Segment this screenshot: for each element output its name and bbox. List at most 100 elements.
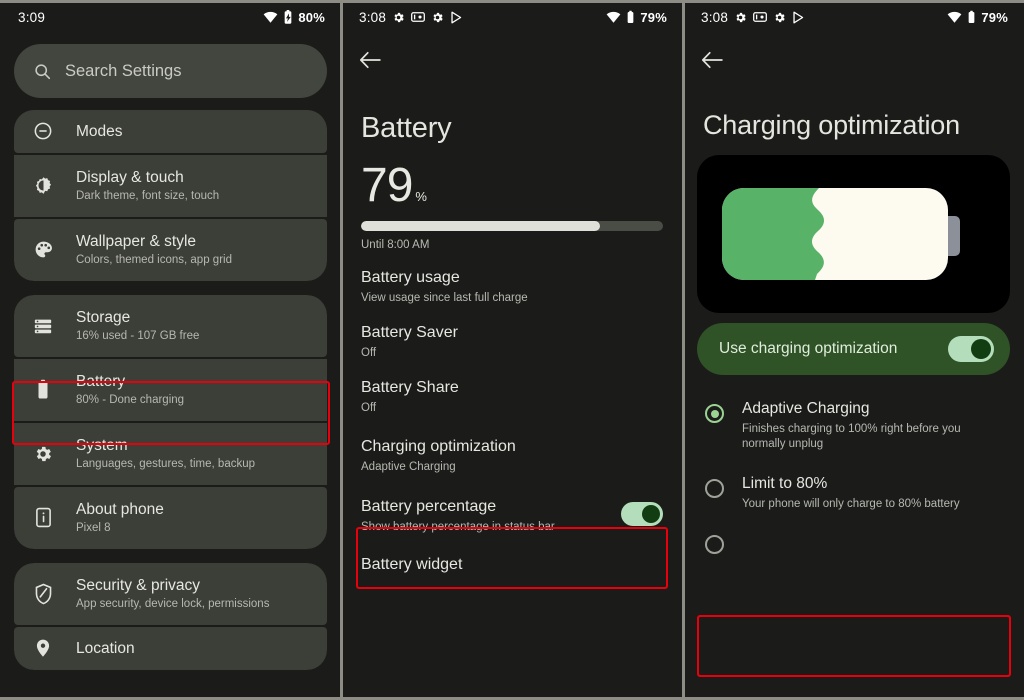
sidebar-item-text: Security & privacy App security, device … — [76, 576, 269, 612]
row-title: Battery usage — [361, 269, 460, 286]
phone-panel-settings: 3:09 80% Search Settings Modes Display &… — [0, 0, 341, 700]
back-button-charging[interactable] — [683, 34, 1024, 86]
sidebar-item-about-phone[interactable]: About phone Pixel 8 — [14, 487, 327, 549]
back-arrow-icon — [359, 51, 381, 69]
settings-list: Modes Display & touch Dark theme, font s… — [0, 110, 341, 670]
sidebar-item-display-touch[interactable]: Display & touch Dark theme, font size, t… — [14, 155, 327, 217]
radio-limit-to-80[interactable] — [705, 479, 724, 498]
sidebar-item-battery[interactable]: Battery 80% - Done charging — [14, 359, 327, 421]
sidebar-item-text: Display & touch Dark theme, font size, t… — [76, 168, 219, 204]
status-bar-settings: 3:09 80% — [0, 0, 341, 34]
gear-icon — [392, 11, 405, 24]
row-text: Battery widget — [361, 555, 663, 575]
search-container: Search Settings — [0, 34, 341, 110]
status-bar-clock: 3:08 — [701, 9, 729, 25]
option-adaptive-charging[interactable]: Adaptive Charging Finishes charging to 1… — [683, 375, 1024, 452]
sidebar-item-label: System — [76, 436, 128, 454]
battery-row-saver[interactable]: Battery Saver Off — [341, 306, 683, 361]
row-title: Battery widget — [361, 556, 463, 573]
sidebar-item-label: Battery — [76, 372, 126, 390]
battery-row-percentage[interactable]: Battery percentage Show battery percenta… — [341, 475, 683, 535]
battery-row-charging-optimization[interactable]: Charging optimization Adaptive Charging — [341, 416, 683, 475]
status-bar-left: 3:08 — [359, 10, 463, 25]
radio-adaptive-charging[interactable] — [705, 404, 724, 423]
option-title: Adaptive Charging — [742, 400, 870, 417]
status-bar-clock: 3:09 — [18, 9, 46, 25]
battery-icon — [626, 10, 635, 25]
sidebar-item-system[interactable]: System Languages, gestures, time, backup — [14, 423, 327, 485]
option-limit-to-80[interactable]: Limit to 80% Your phone will only charge… — [683, 452, 1024, 512]
sidebar-item-sublabel: 16% used - 107 GB free — [76, 329, 200, 342]
option-subtitle: Your phone will only charge to 80% batte… — [742, 498, 960, 510]
sidebar-item-label: Wallpaper & style — [76, 232, 197, 250]
battery-icon — [967, 10, 976, 25]
radio-third-option[interactable] — [705, 535, 724, 554]
use-charging-optimization-banner[interactable]: Use charging optimization — [697, 323, 1010, 375]
sidebar-item-sublabel: Colors, themed icons, app grid — [76, 253, 232, 266]
page-title: Battery — [361, 112, 452, 144]
sidebar-item-sublabel: App security, device lock, permissions — [76, 597, 270, 610]
panel-top-edge — [341, 0, 683, 3]
phone-panel-charging-optimization: 3:08 79% Charging optimization Use charg… — [683, 0, 1024, 700]
battery-percentage-toggle[interactable] — [621, 502, 663, 526]
sidebar-item-label: Location — [76, 639, 135, 657]
sidebar-item-text: Storage 16% used - 107 GB free — [76, 308, 199, 344]
wifi-icon — [947, 11, 962, 23]
battery-percent-symbol: % — [415, 189, 427, 204]
battery-percent-value: 79 — [361, 159, 413, 212]
settings-group-personalization: Modes Display & touch Dark theme, font s… — [14, 110, 327, 281]
play-icon — [450, 11, 463, 24]
gear-icon — [431, 11, 444, 24]
battery-row-widget[interactable]: Battery widget — [341, 535, 683, 575]
panel-separator-1 — [340, 0, 343, 700]
back-button-battery[interactable] — [341, 34, 683, 86]
sidebar-item-security-privacy[interactable]: Security & privacy App security, device … — [14, 563, 327, 625]
wifi-icon — [606, 11, 621, 23]
status-bar-battery-text: 79% — [981, 9, 1008, 25]
row-title: Charging optimization — [361, 438, 516, 455]
sidebar-item-text: Modes — [76, 122, 123, 141]
status-bar-right: 79% — [947, 10, 1008, 25]
sidebar-item-label: Storage — [76, 308, 131, 326]
sidebar-item-text: Wallpaper & style Colors, themed icons, … — [76, 232, 232, 268]
gear-icon — [30, 444, 56, 464]
search-input[interactable]: Search Settings — [14, 44, 327, 98]
battery-percentage-display: 79 % — [341, 145, 683, 212]
battery-progress-fill — [361, 221, 600, 231]
back-arrow-icon — [701, 51, 723, 69]
gear-icon — [773, 11, 786, 24]
phone-info-icon — [30, 507, 56, 528]
brightness-icon — [30, 175, 56, 196]
toggle-knob — [642, 505, 660, 523]
battery-wave-illustration — [697, 155, 1010, 313]
play-icon — [792, 11, 805, 24]
sidebar-item-text: Battery 80% - Done charging — [76, 372, 184, 408]
minus-circle-icon — [30, 121, 56, 141]
battery-row-share[interactable]: Battery Share Off — [341, 361, 683, 416]
sidebar-item-wallpaper-style[interactable]: Wallpaper & style Colors, themed icons, … — [14, 219, 327, 281]
page-title: Charging optimization — [703, 110, 960, 140]
battery-charging-icon — [283, 9, 293, 25]
settings-group-device: Storage 16% used - 107 GB free Battery 8… — [14, 295, 327, 549]
status-bar-left: 3:09 — [18, 10, 45, 25]
sidebar-item-text: System Languages, gestures, time, backup — [76, 436, 255, 472]
location-icon — [30, 638, 56, 658]
battery-row-usage[interactable]: Battery usage View usage since last full… — [341, 251, 683, 306]
option-text: Adaptive Charging Finishes charging to 1… — [742, 399, 987, 452]
status-bar-battery: 3:08 79% — [341, 0, 683, 34]
row-title: Battery percentage — [361, 498, 497, 515]
battery-illustration-svg — [721, 188, 960, 280]
option-partial-third[interactable] — [683, 512, 1024, 554]
phone-panel-battery: 3:08 79% Battery 79 % Until 8:00 AM Batt… — [341, 0, 683, 700]
sidebar-item-storage[interactable]: Storage 16% used - 107 GB free — [14, 295, 327, 357]
sidebar-item-location[interactable]: Location — [14, 627, 327, 670]
option-title: Limit to 80% — [742, 475, 828, 492]
sidebar-item-label: Modes — [76, 122, 123, 140]
row-text: Battery usage View usage since last full… — [361, 268, 663, 306]
row-text: Charging optimization Adaptive Charging — [361, 437, 663, 475]
row-text: Battery Share Off — [361, 378, 663, 416]
sidebar-item-modes[interactable]: Modes — [14, 110, 327, 153]
sidebar-item-sublabel: Pixel 8 — [76, 521, 111, 534]
search-icon — [34, 63, 51, 80]
use-charging-optimization-toggle[interactable] — [948, 336, 994, 362]
